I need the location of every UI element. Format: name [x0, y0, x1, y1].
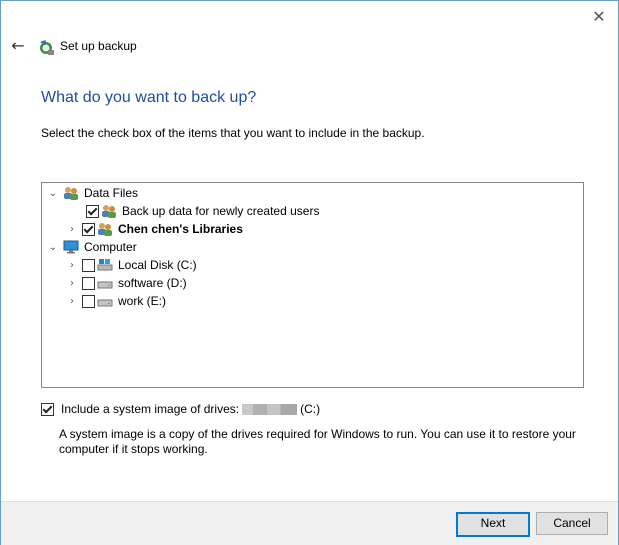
cancel-button[interactable]: Cancel — [536, 512, 608, 535]
chevron-right-icon[interactable]: › — [66, 256, 78, 274]
page-heading: What do you want to back up? — [41, 89, 257, 106]
window-title: Set up backup — [60, 39, 137, 53]
tree-node-local-disk[interactable]: › Local Disk (C:) — [66, 256, 197, 274]
tree-label-new-users: Back up data for newly created users — [122, 204, 320, 218]
system-image-label: Include a system image of drives: — [61, 402, 240, 416]
redacted-drive-name — [242, 403, 298, 415]
users-icon — [102, 205, 116, 218]
users-icon — [98, 223, 112, 236]
close-icon[interactable]: ✕ — [590, 8, 608, 26]
tree-node-software[interactable]: › software (D:) — [66, 274, 187, 292]
chevron-right-icon[interactable]: › — [66, 292, 78, 310]
checkbox-local-disk[interactable] — [82, 258, 95, 272]
tree-label-computer: Computer — [84, 240, 137, 254]
system-image-option[interactable]: Include a system image of drives: (C:) — [41, 402, 320, 416]
backup-icon — [40, 40, 54, 55]
users-icon — [64, 187, 78, 200]
chevron-right-icon[interactable]: › — [66, 274, 78, 292]
tree-label-data-files: Data Files — [84, 186, 139, 200]
tree-label-local-disk: Local Disk (C:) — [118, 258, 197, 272]
next-button[interactable]: Next — [456, 512, 530, 537]
tree-label-libraries: Chen chen's Libraries — [118, 222, 243, 236]
chevron-down-icon[interactable]: ⌄ — [47, 238, 59, 256]
tree-label-software: software (D:) — [118, 276, 187, 290]
back-arrow-icon[interactable]: ← — [9, 37, 27, 55]
drive-icon — [97, 299, 113, 307]
checkbox-software[interactable] — [82, 276, 95, 290]
tree-node-new-users[interactable]: Back up data for newly created users — [82, 202, 319, 220]
title-bar: ← Set up backup — [1, 31, 618, 65]
tree-node-libraries[interactable]: › Chen chen's Libraries — [66, 220, 243, 238]
tree-node-computer[interactable]: ⌄ Computer — [47, 238, 137, 256]
backup-window: ✕ ← Set up backup What do you want to ba… — [0, 0, 619, 545]
tree-label-work: work (E:) — [118, 294, 166, 308]
system-image-drive: (C:) — [300, 402, 321, 416]
system-image-checkbox[interactable] — [41, 402, 54, 416]
checkbox-libraries[interactable] — [82, 222, 95, 236]
chevron-down-icon[interactable]: ⌄ — [47, 184, 59, 202]
tree-node-work[interactable]: › work (E:) — [66, 292, 166, 310]
tree-node-data-files[interactable]: ⌄ Data Files — [47, 184, 138, 202]
checkbox-work[interactable] — [82, 294, 95, 308]
computer-icon — [63, 240, 79, 254]
backup-tree[interactable]: ⌄ Data Files Back up data for newly crea… — [41, 182, 584, 388]
system-image-description: A system image is a copy of the drives r… — [59, 427, 576, 456]
checkbox-new-users[interactable] — [86, 204, 99, 218]
instruction-text: Select the check box of the items that y… — [41, 126, 425, 140]
drive-icon — [97, 259, 113, 271]
footer-bar: Next Cancel — [1, 501, 618, 545]
chevron-right-icon[interactable]: › — [66, 220, 78, 238]
drive-icon — [97, 281, 113, 289]
